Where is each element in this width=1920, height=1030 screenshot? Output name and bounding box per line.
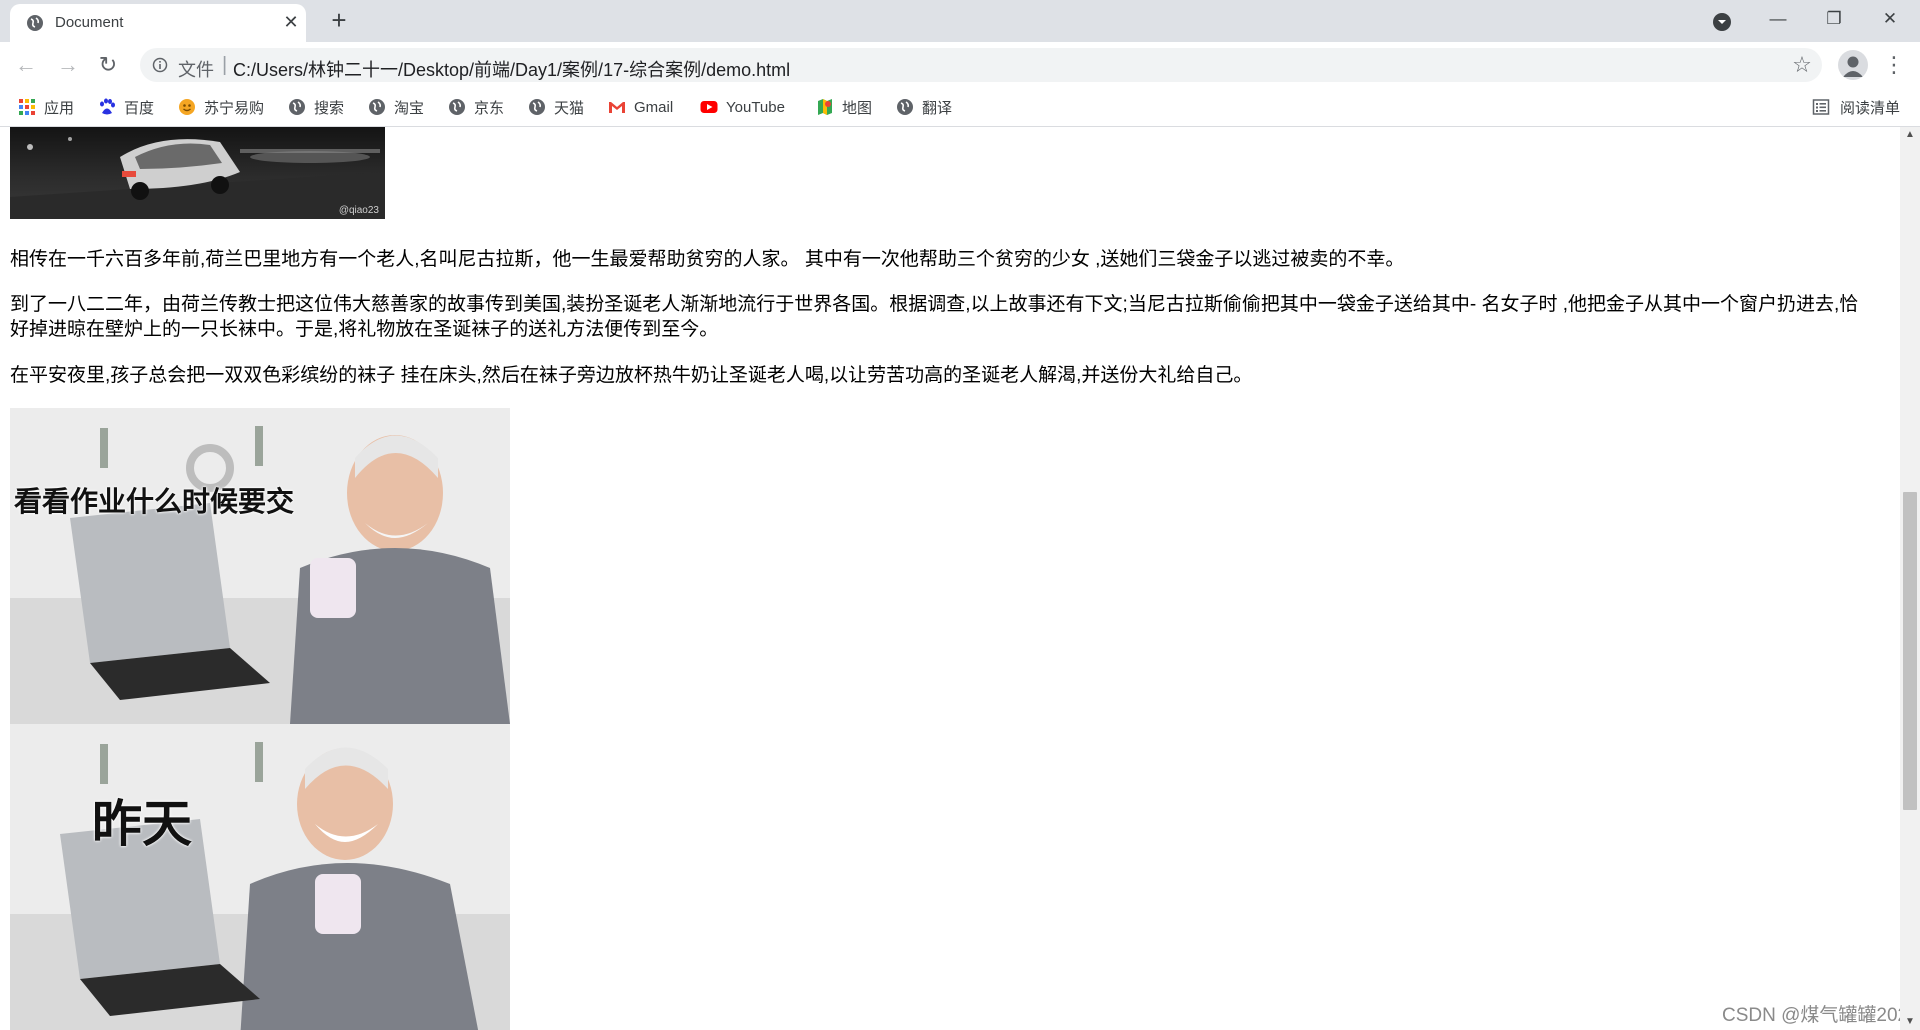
bookmark-tmall[interactable]: 天猫 [528,96,584,118]
browser-menu-button[interactable]: ⋮ [1880,51,1908,79]
reading-list-icon [1812,99,1830,115]
car-photo-art [10,137,385,219]
bookmark-translate[interactable]: 翻译 [896,96,952,118]
bookmark-search[interactable]: 搜索 [288,96,344,118]
globe-icon [289,99,305,115]
meme-bottom-caption: 昨天 [92,796,192,852]
apps-grid-icon [19,99,35,115]
reload-button[interactable]: ↻ [94,51,122,79]
minimize-button[interactable]: — [1750,0,1806,38]
bookmark-label: 搜索 [314,99,345,117]
meme-panel-top: 看看作业什么时候要交 [10,408,510,724]
bookmark-label: Gmail [634,98,674,116]
bookmarks-bar: 应用 百度 苏宁易购 搜索 淘宝 京东 天猫 Gmail YouTube 地图 … [0,88,1920,127]
old-man-laptop-art [10,408,510,724]
globe-icon [449,99,465,115]
bookmark-youtube[interactable]: YouTube [700,96,785,118]
tab-document[interactable]: Document ✕ [10,4,306,42]
bookmark-gmail[interactable]: Gmail [608,96,673,118]
profile-avatar[interactable] [1838,50,1868,80]
forward-button[interactable]: → [54,51,82,79]
globe-icon [897,99,913,115]
baidu-paw-icon [100,98,115,115]
scroll-up-icon[interactable]: ▲ [1900,127,1920,143]
person-icon [1843,56,1863,77]
scroll-down-icon[interactable]: ▼ [1900,1014,1920,1030]
csdn-watermark: CSDN @煤气罐罐202 [1722,1005,1909,1026]
bookmark-label: 苏宁易购 [204,99,265,117]
bookmark-taobao[interactable]: 淘宝 [368,96,424,118]
gmail-icon [609,102,625,113]
paragraph-history: 到了一八二二年，由荷兰传教士把这位伟大慈善家的故事传到美国,装扮圣诞老人渐渐地流… [10,294,1859,340]
tab-strip: Document ✕ + — ❐ ✕ [0,0,1920,42]
globe-icon [529,99,545,115]
globe-icon [27,15,43,31]
bookmark-maps[interactable]: 地图 [816,96,872,118]
bookmark-label: 应用 [44,99,75,117]
address-bar[interactable]: 文件 | C:/Users/林钟二十一/Desktop/前端/Day1/案例/1… [140,48,1822,82]
globe-icon [369,99,385,115]
bookmark-jd[interactable]: 京东 [448,96,504,118]
bookmark-label: YouTube [726,98,785,116]
bookmark-label: 京东 [474,99,505,117]
url-separator: | [222,54,228,76]
bookmark-label: 地图 [842,99,873,117]
bookmark-label: 百度 [124,99,155,117]
bookmark-apps[interactable]: 应用 [18,96,74,118]
paragraph-christmas-eve: 在平安夜里,孩子总会把一双双色彩缤纷的袜子 挂在床头,然后在袜子旁边放杯热牛奶让… [10,365,1253,386]
browser-toolbar: ← → ↻ 文件 | C:/Users/林钟二十一/Desktop/前端/Day… [0,42,1920,88]
youtube-icon [700,101,718,113]
url-scheme-label: 文件 [178,60,214,80]
tab-close-icon[interactable]: ✕ [282,13,300,31]
new-tab-button[interactable]: + [326,7,352,34]
info-icon[interactable] [152,57,168,73]
reading-list-button[interactable]: 阅读清单 [1812,96,1900,118]
restore-button[interactable]: ❐ [1806,0,1862,38]
vertical-scrollbar[interactable]: ▲ ▼ [1900,127,1920,1030]
bookmark-label: 天猫 [554,99,585,117]
tab-title: Document [55,14,124,31]
back-button[interactable]: ← [12,51,40,79]
paragraph-legend: 相传在一千六百多年前,荷兰巴里地方有一个老人,名叫尼古拉斯，他一生最爱帮助贫穷的… [10,249,1405,270]
bookmark-suning[interactable]: 苏宁易购 [178,96,264,118]
image-watermark: @qiao23 [338,205,379,216]
suning-icon [179,99,195,115]
reading-list-label: 阅读清单 [1840,99,1901,117]
close-window-button[interactable]: ✕ [1862,0,1918,38]
bookmark-star-icon[interactable]: ☆ [1790,53,1814,77]
old-man-laptop-art [10,724,510,1030]
scrollbar-thumb[interactable] [1903,492,1917,810]
page-viewport: @qiao23 相传在一千六百多年前,荷兰巴里地方有一个老人,名叫尼古拉斯，他一… [0,127,1900,1030]
url-text[interactable]: C:/Users/林钟二十一/Desktop/前端/Day1/案例/17-综合案… [233,56,790,82]
bookmark-label: 翻译 [922,99,953,117]
meme-panel-bottom: 昨天 [10,724,510,1030]
tab-search-icon[interactable] [1712,12,1732,32]
bookmark-baidu[interactable]: 百度 [98,96,154,118]
maps-icon [818,99,832,115]
bookmark-label: 淘宝 [394,99,425,117]
meme-top-caption: 看看作业什么时候要交 [14,486,295,517]
night-road-car-image: @qiao23 [10,127,385,219]
